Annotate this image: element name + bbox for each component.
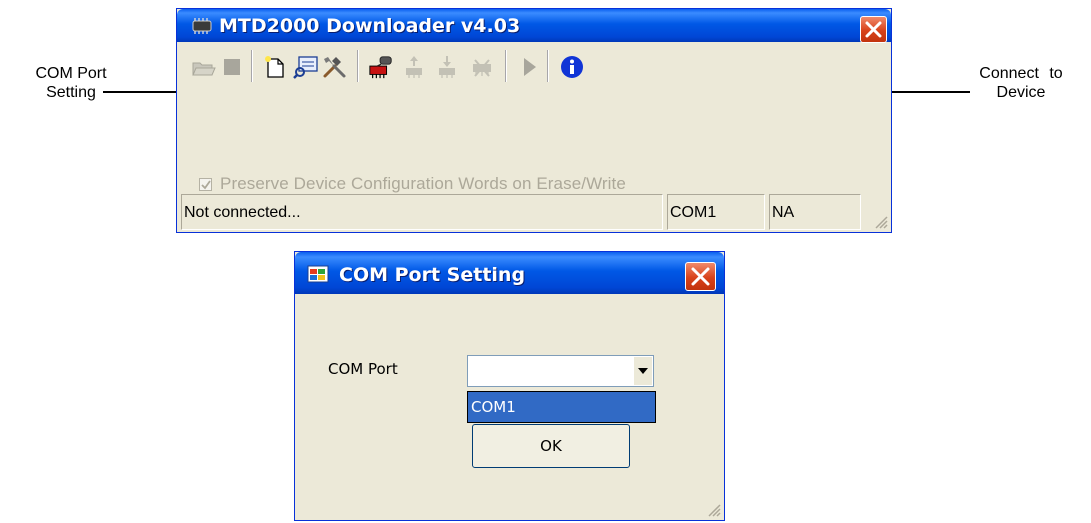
connect-device-button[interactable]: [368, 54, 394, 80]
info-button[interactable]: [559, 54, 585, 80]
run-icon: [524, 58, 536, 76]
erase-button[interactable]: [469, 54, 495, 80]
open-button[interactable]: [191, 54, 217, 80]
write-button[interactable]: [434, 54, 460, 80]
combo-dropdown-button[interactable]: [633, 357, 652, 385]
dialog-title: COM Port Setting: [339, 264, 526, 286]
preserve-config-option[interactable]: Preserve Device Configuration Words on E…: [199, 174, 626, 194]
browse-icon: [293, 56, 318, 79]
dialog-close-button[interactable]: [685, 262, 716, 291]
info-icon: [561, 56, 583, 78]
ok-button[interactable]: OK: [472, 424, 630, 468]
chevron-down-icon: [638, 368, 648, 374]
main-window: MTD2000 Downloader v4.03 Preserve Device…: [176, 8, 892, 233]
annotation-line: Connect to: [979, 65, 1063, 82]
status-device: NA: [769, 194, 861, 230]
write-icon: [439, 56, 455, 78]
read-button[interactable]: [401, 54, 427, 80]
toolbar-separator: [357, 50, 359, 82]
dialog-title-bar[interactable]: COM Port Setting: [295, 252, 724, 294]
main-window-title: MTD2000 Downloader v4.03: [219, 15, 521, 37]
stop-icon: [224, 59, 240, 75]
run-button[interactable]: [516, 54, 542, 80]
preserve-config-checkbox[interactable]: [199, 177, 212, 191]
com-port-option[interactable]: COM1: [467, 391, 656, 423]
close-icon: [865, 21, 882, 38]
main-title-bar[interactable]: MTD2000 Downloader v4.03: [177, 9, 891, 43]
new-file-button[interactable]: [262, 54, 288, 80]
annotation-com-port-setting: COM Port Setting: [12, 64, 130, 102]
stop-button[interactable]: [219, 54, 245, 80]
new-file-icon: [265, 56, 284, 78]
close-button[interactable]: [860, 16, 887, 43]
com-port-settings-button[interactable]: [322, 54, 348, 80]
annotation-line: COM Port: [35, 65, 107, 82]
com-port-combo[interactable]: [467, 355, 654, 387]
checkmark-icon: [201, 179, 211, 189]
toolbar-separator: [251, 50, 253, 82]
erase-icon: [473, 59, 491, 77]
chip-icon: [192, 18, 212, 34]
close-icon: [691, 267, 710, 286]
toolbar-separator: [547, 50, 549, 82]
com-port-dialog: COM Port Setting COM Port COM1 OK: [294, 251, 725, 521]
com-port-label: COM Port: [328, 360, 398, 378]
resize-grip-icon[interactable]: [707, 503, 721, 517]
app-window-icon: [307, 265, 329, 283]
preserve-config-label: Preserve Device Configuration Words on E…: [220, 174, 626, 193]
toolbar-separator: [505, 50, 507, 82]
browse-button[interactable]: [293, 54, 319, 80]
annotation-connect-to-device: Connect to Device: [961, 64, 1081, 102]
annotation-line: Device: [996, 84, 1046, 101]
toolbar: [181, 42, 887, 96]
open-icon: [192, 62, 216, 76]
resize-grip-icon[interactable]: [874, 215, 888, 229]
status-port: COM1: [667, 194, 765, 230]
read-icon: [406, 56, 422, 78]
connect-device-icon: [369, 56, 392, 79]
tools-icon: [323, 57, 346, 78]
status-connection: Not connected...: [181, 194, 663, 230]
status-bar: Not connected... COM1 NA: [181, 192, 887, 234]
